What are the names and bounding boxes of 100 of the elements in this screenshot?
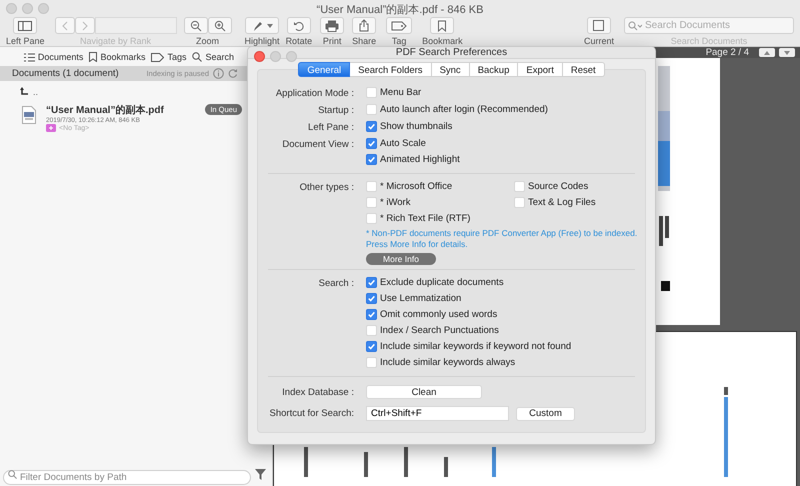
zoom-in-button[interactable] — [208, 17, 232, 34]
back-button[interactable] — [54, 17, 75, 34]
dialog-title: PDF Search Preferences — [396, 47, 508, 58]
preferences-tab[interactable]: Search Folders — [350, 62, 432, 77]
search-field[interactable]: Search Documents — [624, 17, 794, 34]
checkbox-label: Include similar keywords if keyword not found — [380, 340, 572, 353]
preferences-tab[interactable]: Backup — [470, 62, 518, 77]
checkbox-label: Include similar keywords always — [380, 356, 516, 369]
caret-icon — [266, 24, 273, 28]
forward-button[interactable] — [74, 17, 95, 34]
toolbar-label: Zoom — [196, 36, 220, 46]
preferences-tab[interactable]: General — [298, 62, 350, 77]
search-icon — [192, 52, 202, 62]
zoom-out-icon — [190, 20, 202, 32]
checkbox[interactable] — [366, 138, 377, 149]
rotate-icon — [292, 20, 305, 32]
checkbox-label: Use Lemmatization — [380, 292, 462, 305]
refresh-icon[interactable] — [228, 68, 238, 79]
note-text: Press More Info for details. — [366, 239, 468, 250]
highlight-button[interactable] — [245, 17, 280, 34]
toolbar-label: Current — [584, 36, 614, 46]
sidebar-tab[interactable]: Bookmarks — [89, 51, 146, 63]
square-icon — [593, 20, 604, 31]
shortcut-field[interactable]: Ctrl+Shift+F — [366, 406, 509, 421]
search-icon — [8, 470, 17, 478]
up-arrow-icon — [764, 50, 770, 54]
bookmark-button[interactable] — [430, 17, 454, 34]
checkbox[interactable] — [366, 341, 377, 352]
checkbox[interactable] — [366, 121, 377, 132]
list-header: Documents (1 document) — [12, 68, 120, 79]
field-label: Left Pane : — [307, 121, 354, 134]
more-info-button[interactable]: More Info — [366, 253, 436, 265]
up-arrow-icon[interactable] — [20, 87, 29, 97]
checkbox[interactable] — [366, 309, 377, 320]
field-label: Document View : — [281, 138, 354, 151]
tag-button[interactable] — [386, 17, 412, 34]
share-button[interactable] — [352, 17, 376, 34]
checkbox[interactable] — [366, 293, 377, 304]
bookmark-icon — [89, 52, 98, 62]
field-label: Index Database : — [281, 386, 354, 399]
zoom-out-button[interactable] — [184, 17, 208, 34]
toolbar-label: Bookmark — [422, 36, 463, 46]
tag-icon — [46, 124, 56, 132]
current-button[interactable] — [586, 17, 611, 34]
preferences-tab[interactable]: Export — [518, 62, 563, 77]
field-label: Other types : — [298, 181, 354, 194]
previous-page-button[interactable] — [759, 48, 775, 57]
note-text: * Non-PDF documents require PDF Converter App (Free) to be indexed. — [366, 228, 638, 239]
checkbox-label: Auto launch after login (Recommended) — [380, 103, 548, 116]
checkbox-label: * Rich Text File (RTF) — [380, 212, 470, 225]
page-indicator: Page 2 / 4 — [706, 47, 749, 58]
toolbar-label: Tag — [392, 36, 406, 46]
left-pane-button[interactable] — [13, 17, 38, 34]
rank-field[interactable] — [94, 17, 177, 34]
sidebar-tab[interactable]: Documents — [24, 51, 84, 63]
clean-button[interactable]: Clean — [366, 385, 482, 399]
field-label: Shortcut for Search: — [268, 407, 354, 420]
toolbar-label: Print — [322, 36, 342, 46]
toolbar-label: Share — [352, 36, 376, 46]
sidebar-tab[interactable]: Tags — [151, 51, 186, 63]
checkbox-label: Omit commonly used words — [380, 308, 498, 321]
filter-field[interactable]: Filter Documents by Path — [3, 470, 251, 484]
checkbox-label: * iWork — [380, 196, 410, 209]
close-button[interactable] — [254, 51, 265, 62]
window-title: “User Manual”的副本.pdf - 846 KB — [316, 3, 484, 17]
checkbox-label: Source Codes — [528, 180, 588, 193]
down-arrow-icon — [784, 50, 790, 54]
preferences-tab[interactable]: Reset — [562, 62, 605, 77]
search-icon — [628, 21, 642, 31]
toolbar-label: Highlight — [244, 36, 280, 46]
field-label: Startup : — [317, 104, 354, 117]
list-icon — [24, 52, 35, 62]
field-label: Search : — [318, 277, 354, 290]
checkbox[interactable] — [366, 277, 377, 288]
checkbox-label: Animated Highlight — [380, 153, 460, 166]
field-label: Application Mode : — [274, 87, 354, 100]
info-icon[interactable] — [213, 68, 224, 79]
preferences-tab[interactable]: Sync — [432, 62, 470, 77]
chevron-right-icon — [82, 20, 88, 30]
print-button[interactable] — [320, 17, 344, 34]
checkbox-label: * Microsoft Office — [380, 180, 452, 193]
pdf-file-icon — [22, 106, 36, 124]
document-name[interactable]: “User Manual”的副本.pdf — [46, 103, 196, 117]
printer-icon — [325, 20, 340, 32]
tag-icon — [391, 20, 408, 30]
tag-icon — [151, 52, 164, 62]
checkbox-label: Text & Log Files — [528, 196, 596, 209]
checkbox[interactable] — [366, 154, 377, 165]
next-page-button[interactable] — [779, 48, 795, 57]
marker-icon — [252, 20, 264, 32]
sidebar-tab[interactable]: Search — [192, 51, 234, 63]
custom-button[interactable]: Custom — [516, 406, 575, 420]
checkbox-label: Auto Scale — [380, 137, 426, 150]
checkbox-label: Index / Search Punctuations — [380, 324, 499, 337]
parent-folder[interactable]: .. — [33, 87, 38, 97]
toolbar-label: Rotate — [286, 36, 312, 46]
chevron-left-icon — [62, 20, 68, 30]
rotate-button[interactable] — [286, 17, 311, 34]
checkbox-label: Show thumbnails — [380, 120, 452, 133]
funnel-icon[interactable] — [255, 468, 266, 480]
